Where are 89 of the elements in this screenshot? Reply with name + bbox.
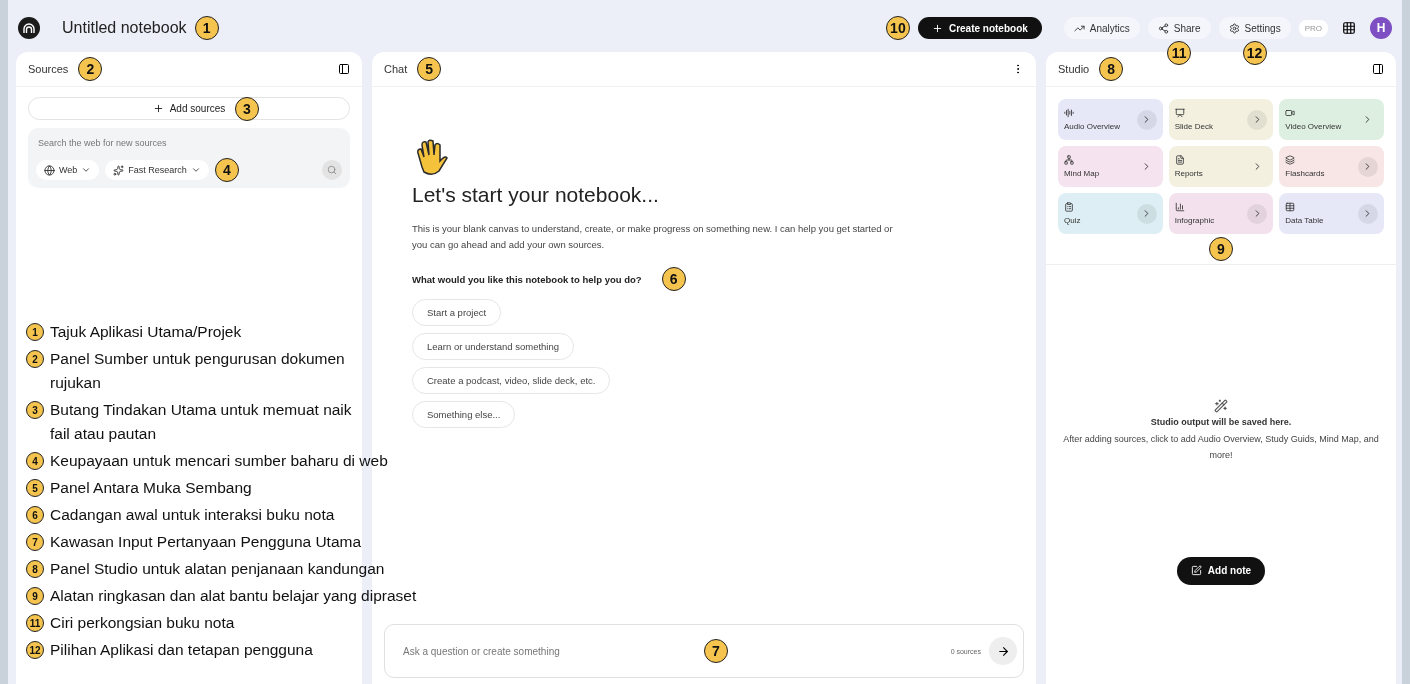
suggestion-chip[interactable]: Create a podcast, video, slide deck, etc.	[412, 367, 611, 394]
legend-text: Kawasan Input Pertanyaan Pengguna Utama	[50, 532, 362, 552]
add-note-button[interactable]: Add note	[1176, 556, 1266, 585]
callout-marker: 9	[1209, 237, 1233, 261]
app-logo[interactable]	[18, 17, 40, 39]
legend-text: Alatan ringkasan dan alat bantu belajar yang dipraset	[50, 586, 417, 606]
clipboard-icon	[1064, 202, 1074, 212]
studio-tool-tile[interactable]: Data Table	[1279, 193, 1384, 234]
research-dropdown[interactable]: Fast Research	[105, 160, 209, 180]
callout-marker: 11	[1167, 41, 1192, 65]
prompt-question: What would you like this notebook to help you do?	[412, 273, 642, 285]
studio-tool-tile[interactable]: Reports	[1168, 146, 1274, 187]
globe-icon	[44, 164, 55, 176]
plan-badge: PRO	[1298, 19, 1328, 37]
tool-label: Video Overview	[1285, 122, 1343, 131]
studio-tool-tile[interactable]: Slide Deck	[1168, 99, 1274, 140]
web-search-field[interactable]: Search the web for new sources	[36, 136, 342, 150]
cards-icon	[1285, 155, 1296, 165]
legend-text: Panel Antara Muka Sembang	[50, 478, 252, 498]
callout-marker: 6	[661, 267, 686, 291]
suggestion-chip[interactable]: Learn or understand something	[412, 333, 575, 360]
bar-chart-icon	[1174, 202, 1185, 212]
user-avatar[interactable]: H	[1370, 17, 1392, 39]
report-icon	[1174, 155, 1185, 165]
collapse-panel-icon[interactable]	[1372, 63, 1384, 75]
video-icon	[1285, 108, 1296, 118]
tool-label: Infographic	[1174, 216, 1216, 225]
studio-tool-tile[interactable]: Mind Map	[1058, 146, 1163, 187]
tool-label: Reports	[1174, 169, 1204, 178]
create-notebook-button[interactable]: Create notebook	[917, 17, 1042, 39]
legend-text: Pilihan Aplikasi dan tetapan pengguna	[50, 640, 313, 660]
caret-icon	[81, 165, 92, 175]
magic-wand-icon	[1214, 398, 1228, 413]
tool-label: Data Table	[1285, 216, 1325, 225]
legend-text: Panel Sumber untuk pengurusan dokumen rujukan	[50, 349, 345, 393]
callout-marker: 2	[78, 57, 103, 81]
callout-marker: 7	[704, 639, 728, 663]
callout-marker: 12	[1242, 41, 1267, 65]
studio-tool-tile[interactable]: Infographic	[1168, 193, 1274, 234]
analytics-button[interactable]: Analytics	[1063, 17, 1140, 39]
tool-label: Mind Map	[1064, 169, 1101, 178]
callout-marker: 5	[417, 57, 442, 81]
tool-label: Slide Deck	[1174, 122, 1214, 131]
web-dropdown[interactable]: Web	[36, 160, 100, 180]
notebook-title[interactable]: Untitled notebook	[62, 19, 187, 37]
empty-text: After adding sources, click to add Audio Overview, Study Guids, Mind Map, and more!	[1062, 432, 1380, 462]
settings-button[interactable]: Settings	[1218, 17, 1291, 39]
arrow-icon	[996, 644, 1010, 658]
plus-icon	[152, 103, 164, 114]
studio-tool-tile[interactable]: Quiz	[1058, 193, 1163, 234]
legend-text: Panel Studio untuk alatan penjanaan kandungan	[50, 559, 385, 579]
studio-tool-tile[interactable]: Flashcards	[1279, 146, 1384, 187]
callout-marker: 4	[214, 158, 239, 182]
suggestion-chip[interactable]: Start a project	[412, 299, 502, 326]
panel-title: Studio	[1058, 63, 1090, 75]
settings-icon	[1228, 22, 1240, 34]
search-icon	[327, 165, 337, 175]
tool-label: Flashcards	[1285, 169, 1326, 178]
legend-text: Keupayaan untuk mencari sumber baharu di web	[50, 451, 388, 471]
plus-icon	[931, 22, 943, 34]
tool-label: Audio Overview	[1064, 122, 1122, 131]
apps-grid-icon[interactable]	[1342, 21, 1356, 35]
studio-tool-tile[interactable]: Audio Overview	[1058, 99, 1163, 140]
tool-label: Quiz	[1064, 216, 1082, 225]
sparkle-icon	[113, 164, 125, 176]
intro-text: This is your blank canvas to understand, create, or make progress on something new. I can help you get started or you can go ahead and add your own sources.	[412, 222, 894, 252]
share-button[interactable]: Share	[1147, 17, 1211, 39]
studio-tool-tile[interactable]: Video Overview	[1279, 99, 1384, 140]
callout-marker: 8	[1099, 57, 1124, 81]
caret-icon	[190, 165, 201, 175]
legend-text: Tajuk Aplikasi Utama/Projek	[50, 322, 242, 342]
panel-title: Sources	[28, 63, 69, 75]
legend-text: Cadangan awal untuk interaksi buku nota	[50, 505, 335, 525]
send-button[interactable]	[989, 637, 1017, 665]
collapse-panel-icon[interactable]	[338, 63, 350, 75]
legend-text: Ciri perkongsian buku nota	[50, 613, 235, 633]
edit-icon	[1190, 565, 1202, 576]
audio-icon	[1064, 108, 1074, 118]
share-icon	[1157, 22, 1169, 34]
callout-marker: 1	[194, 16, 219, 40]
table-icon	[1285, 202, 1296, 212]
mind-map-icon	[1064, 155, 1074, 165]
empty-title: Studio output will be saved here.	[1150, 416, 1292, 427]
slides-icon	[1174, 108, 1185, 118]
callout-marker: 10	[885, 16, 910, 40]
suggestion-chip[interactable]: Something else...	[412, 401, 516, 428]
panel-title: Chat	[384, 63, 408, 75]
welcome-heading: Let's start your notebook...	[412, 183, 660, 207]
legend-text: Butang Tindakan Utama untuk memuat naik fail atau pautan	[50, 400, 352, 444]
